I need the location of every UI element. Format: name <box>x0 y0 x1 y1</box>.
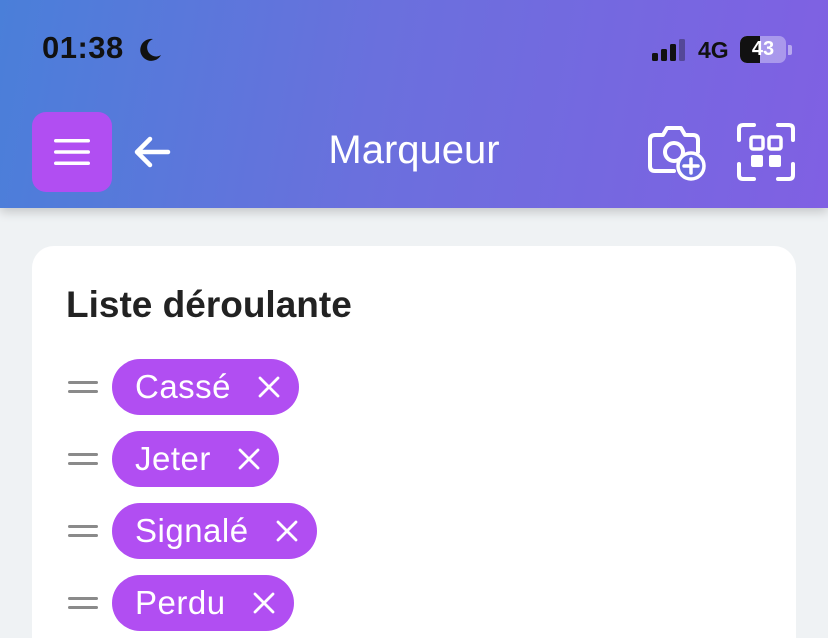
drag-handle-icon[interactable] <box>68 523 98 539</box>
tag-label: Cassé <box>135 368 232 405</box>
tag-chip: Perdu <box>112 575 294 631</box>
dropdown-list-card: Liste déroulante Cassé Jeter Signalé Per… <box>32 246 796 638</box>
tag-chip: Cassé <box>112 359 300 415</box>
status-time: 01:38 <box>42 30 124 65</box>
drag-handle-icon[interactable] <box>68 451 98 467</box>
battery-icon: 43 <box>740 36 786 63</box>
battery-tip <box>788 45 792 55</box>
app-header: 01:38 4G 43 Marqueur <box>0 0 828 208</box>
tag-label: Jeter <box>135 440 211 477</box>
network-type-label: 4G <box>698 37 729 63</box>
tag-label: Perdu <box>135 584 226 621</box>
camera-add-icon[interactable] <box>644 122 708 182</box>
tag-chip: Signalé <box>112 503 317 559</box>
app-screen: 01:38 4G 43 Marqueur Liste déroulante Ca… <box>0 0 828 638</box>
card-title: Liste déroulante <box>66 284 352 325</box>
battery-level: 43 <box>751 38 775 60</box>
tag-chip: Jeter <box>112 431 279 487</box>
moon-icon <box>140 38 161 61</box>
drag-handle-icon[interactable] <box>68 595 98 611</box>
close-icon[interactable] <box>275 519 299 543</box>
close-icon[interactable] <box>252 591 276 615</box>
drag-handle-icon[interactable] <box>68 379 98 395</box>
cellular-signal-icon <box>652 39 685 61</box>
close-icon[interactable] <box>257 375 281 399</box>
qr-scan-icon[interactable] <box>736 122 796 182</box>
close-icon[interactable] <box>237 447 261 471</box>
tag-label: Signalé <box>135 512 249 549</box>
